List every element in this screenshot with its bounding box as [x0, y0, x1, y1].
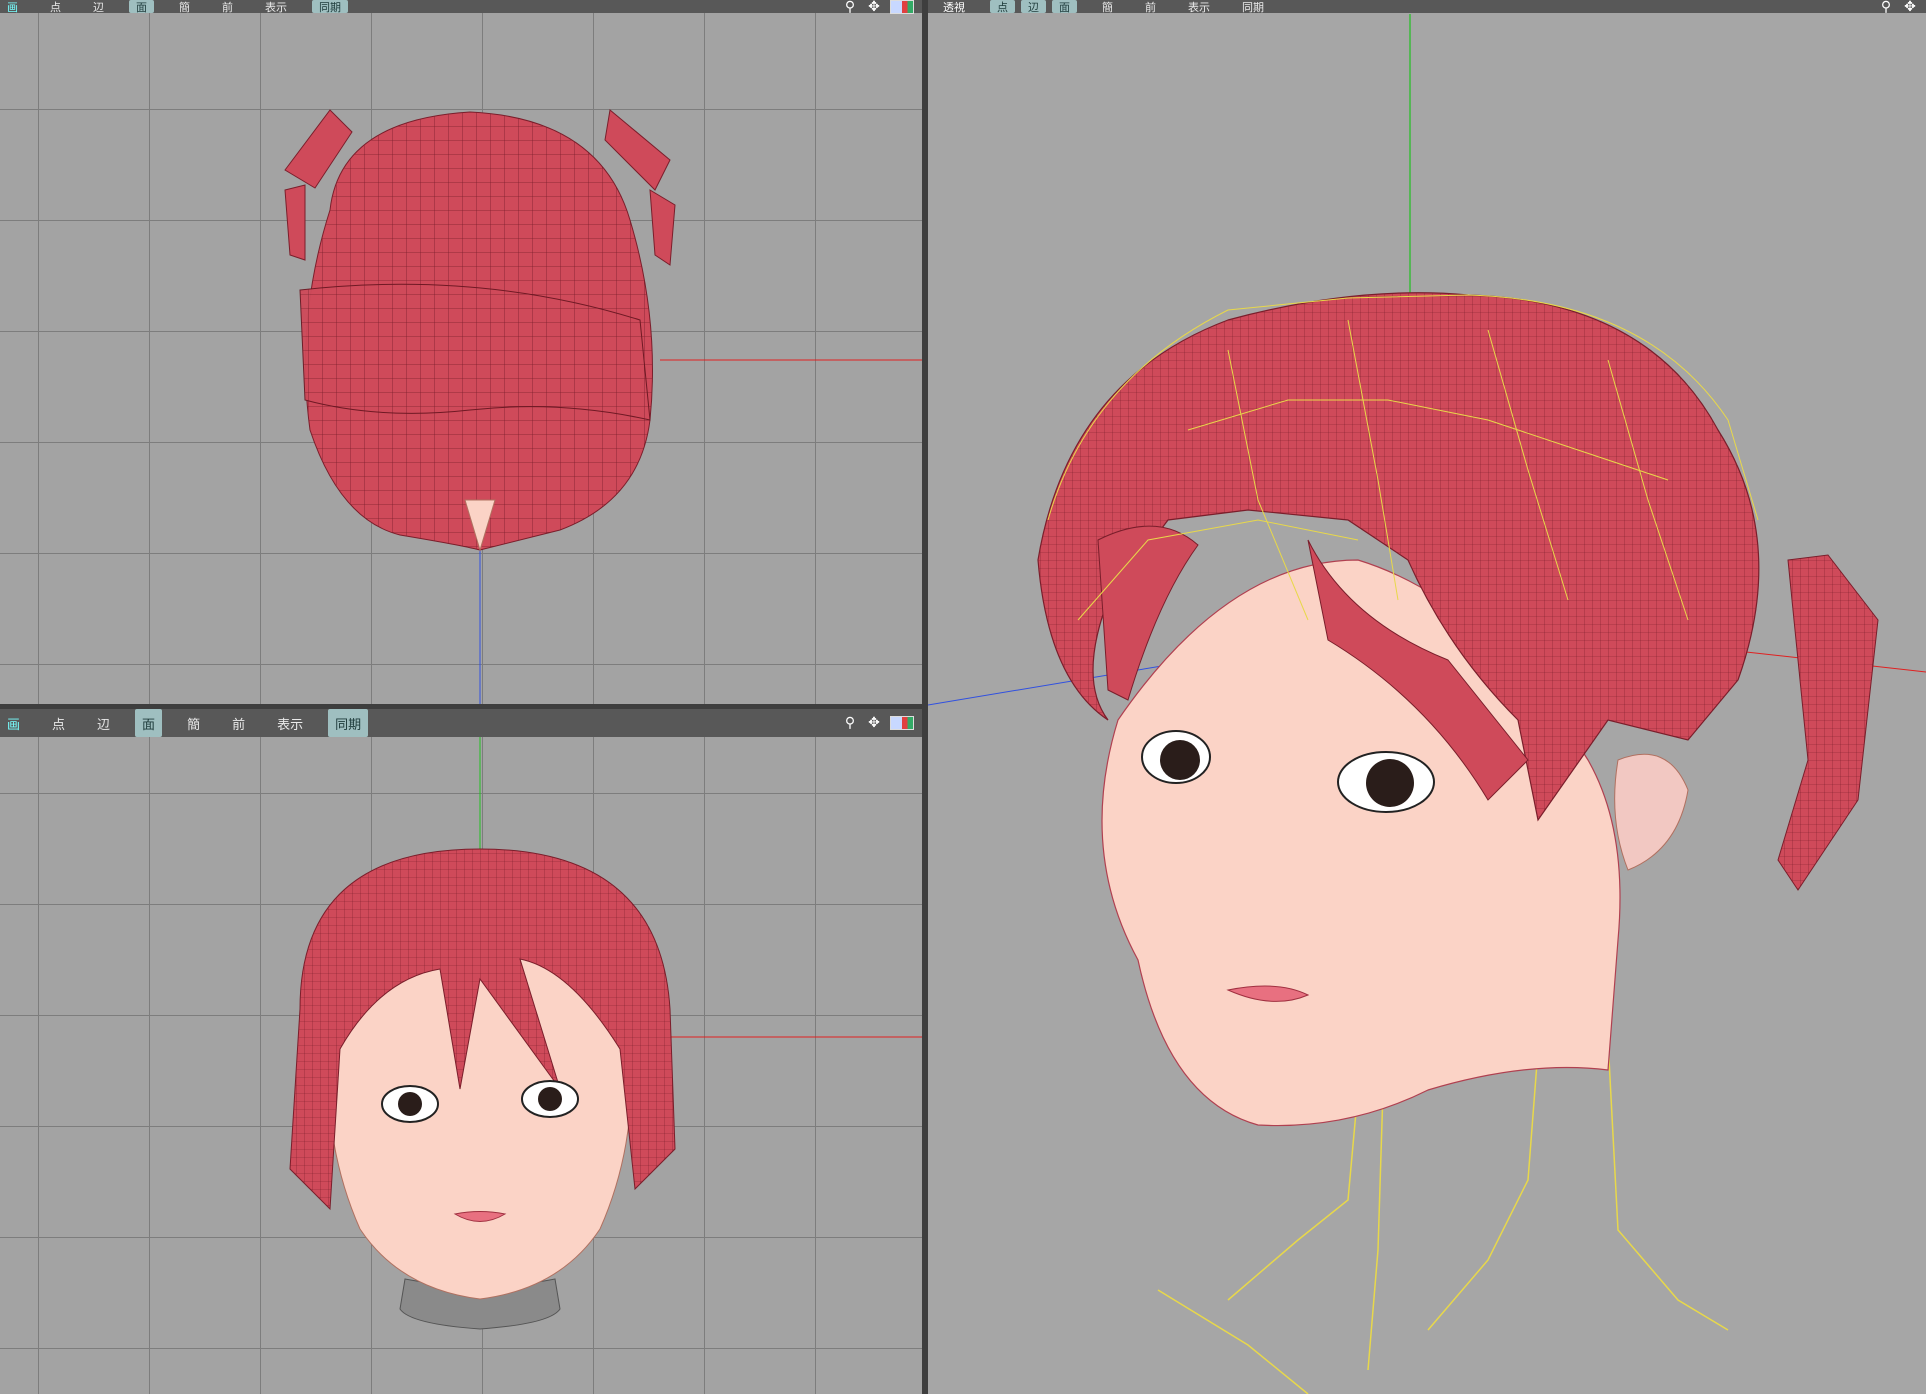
move-icon[interactable]: ✥ — [1902, 0, 1918, 15]
viewport-toolbar: 透視 点 辺 面 簡 前 表示 同期 ⚲ ✥ — [928, 0, 1926, 15]
hair-mesh-top[interactable] — [284, 109, 676, 552]
edge-mode-button[interactable]: 辺 — [1021, 0, 1046, 14]
vertex-mode-button[interactable]: 点 — [43, 0, 68, 14]
sync-button[interactable]: 同期 — [1235, 0, 1271, 14]
front-button[interactable]: 前 — [1138, 0, 1163, 14]
zoom-icon[interactable]: ⚲ — [842, 715, 858, 731]
front-view-scene — [289, 737, 922, 1330]
head-mesh-front[interactable] — [289, 848, 676, 1330]
vertex-mode-button[interactable]: 点 — [45, 709, 72, 737]
display-button[interactable]: 表示 — [270, 709, 310, 737]
front-button[interactable]: 前 — [225, 709, 252, 737]
edge-mode-button[interactable]: 辺 — [90, 709, 117, 737]
top-view-scene — [284, 109, 922, 704]
face-mode-button[interactable]: 面 — [1052, 0, 1077, 14]
edge-mode-button[interactable]: 辺 — [86, 0, 111, 14]
face-mode-button[interactable]: 面 — [135, 709, 163, 737]
front-button[interactable]: 前 — [215, 0, 240, 14]
screen-layout-icon[interactable] — [890, 716, 914, 730]
head-mesh-perspective[interactable] — [1037, 292, 1879, 1127]
viewport-toolbar: 画 点 辺 面 簡 前 表示 同期 ⚲ ✥ — [0, 0, 922, 15]
zoom-icon[interactable]: ⚲ — [842, 0, 858, 15]
display-button[interactable]: 表示 — [258, 0, 294, 14]
display-button[interactable]: 表示 — [1181, 0, 1217, 14]
vertex-mode-button[interactable]: 点 — [990, 0, 1015, 14]
simple-button[interactable]: 簡 — [1095, 0, 1120, 14]
perspective-scene — [928, 14, 1926, 1394]
face-mode-button[interactable]: 面 — [129, 0, 154, 14]
view-mode-label[interactable]: 透視 — [936, 0, 972, 14]
move-icon[interactable]: ✥ — [866, 715, 882, 731]
top-view-viewport[interactable]: 画 点 辺 面 簡 前 表示 同期 ⚲ ✥ — [0, 0, 922, 704]
view-mode-label[interactable]: 画 — [0, 0, 25, 14]
perspective-viewport[interactable]: 透視 点 辺 面 簡 前 表示 同期 ⚲ ✥ — [928, 0, 1926, 1394]
sync-button[interactable]: 同期 — [312, 0, 348, 14]
simple-button[interactable]: 簡 — [180, 709, 207, 737]
simple-button[interactable]: 簡 — [172, 0, 197, 14]
front-view-viewport[interactable]: 画 点 辺 面 簡 前 表示 同期 ⚲ ✥ — [0, 709, 922, 1394]
sync-button[interactable]: 同期 — [328, 709, 369, 737]
move-icon[interactable]: ✥ — [866, 0, 882, 15]
screen-layout-icon[interactable] — [890, 0, 914, 14]
viewport-toolbar: 画 点 辺 面 簡 前 表示 同期 ⚲ ✥ — [0, 709, 922, 737]
view-mode-label[interactable]: 画 — [0, 709, 27, 737]
viewport-divider-vertical[interactable] — [922, 0, 928, 1394]
zoom-icon[interactable]: ⚲ — [1878, 0, 1894, 15]
